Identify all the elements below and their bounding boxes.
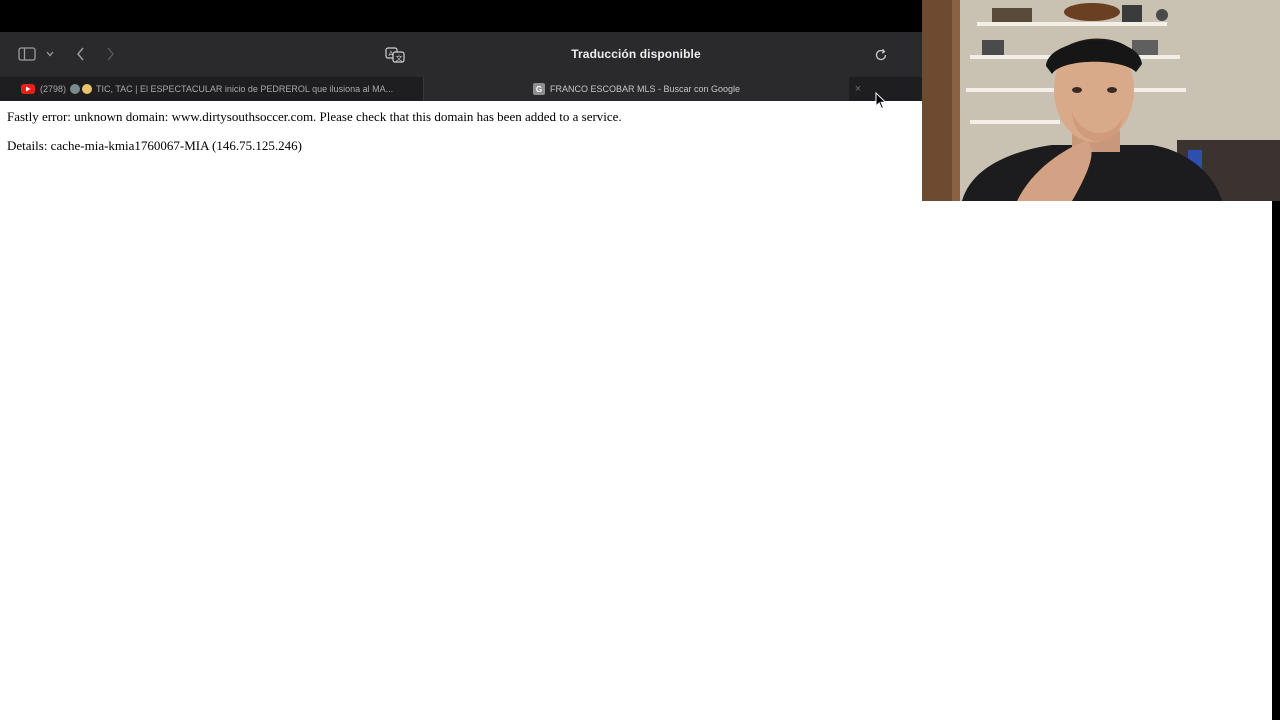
error-details: Details: cache-mia-kmia1760067-MIA (146.… [7,138,302,153]
address-text[interactable]: Traducción disponible [418,47,854,61]
sidebar-toggle-button[interactable] [16,44,38,64]
webcam-overlay [922,0,1280,201]
tab-title: FRANCO ESCOBAR MLS - Buscar con Google [549,84,741,94]
google-icon: G [532,83,545,95]
back-button[interactable] [72,44,88,64]
mouse-cursor-icon [875,92,887,110]
chevron-left-icon [76,47,84,61]
emoji-icon [70,84,81,94]
browser-toolbar: A 文 Traducción disponible [0,32,922,77]
emoji-icon [82,84,93,94]
tab-bar: (2798) TIC, TAC | El ESPECTACULAR inicio… [0,77,922,101]
youtube-icon [21,84,35,94]
forward-button[interactable] [102,44,118,64]
screen-top-bar [0,0,922,32]
translate-icon[interactable]: A 文 [385,46,405,64]
sidebar-menu-button[interactable] [44,46,56,62]
tab-google-search[interactable]: G FRANCO ESCOBAR MLS - Buscar con Google [424,77,849,101]
svg-text:文: 文 [396,53,403,62]
webcam-person-image [922,0,1280,201]
address-bar[interactable]: A 文 Traducción disponible [378,41,894,69]
tab-notification-count: (2798) [40,84,67,94]
chevron-right-icon [106,47,114,61]
error-message: Fastly error: unknown domain: www.dirtys… [7,109,622,124]
sidebar-icon [18,47,36,61]
tab-youtube[interactable]: (2798) TIC, TAC | El ESPECTACULAR inicio… [0,77,424,101]
screen-edge [1272,201,1280,720]
reload-icon[interactable] [873,47,889,63]
close-tab-button[interactable]: × [851,82,865,96]
chevron-down-icon [46,51,54,57]
tab-title: TIC, TAC | El ESPECTACULAR inicio de PED… [96,84,394,94]
